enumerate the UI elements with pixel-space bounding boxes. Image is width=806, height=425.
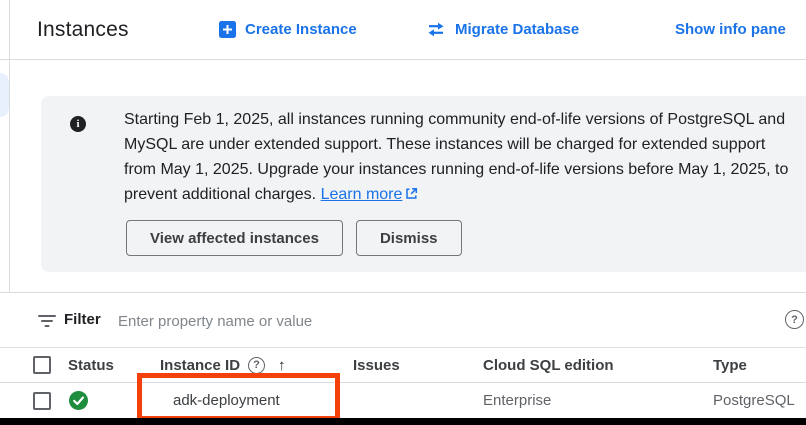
swap-arrows-icon — [426, 22, 446, 37]
table-header: Status Instance ID ? ↑ Issues Cloud SQL … — [0, 347, 806, 383]
add-box-icon — [219, 21, 236, 38]
header-issues: Issues — [353, 348, 400, 382]
checkbox-icon — [33, 356, 51, 374]
info-icon: i — [70, 116, 86, 132]
create-instance-button[interactable]: Create Instance — [219, 0, 357, 59]
notice-line-text: prevent additional charges. — [124, 186, 316, 203]
show-info-pane-button[interactable]: Show info pane — [675, 0, 786, 59]
notice-line: MySQL are under extended support. These … — [124, 132, 788, 157]
cloud-sql-instances-page: Instances Create Instance Migrate Da — [0, 0, 806, 425]
left-nav-edge — [0, 0, 10, 292]
notice-text: Starting Feb 1, 2025, all instances runn… — [124, 107, 788, 207]
dismiss-button[interactable]: Dismiss — [356, 220, 462, 256]
status-ok-icon — [69, 383, 88, 418]
toolbar: Instances Create Instance Migrate Da — [10, 0, 806, 59]
checkbox-icon — [33, 392, 51, 410]
extended-support-notice: i Starting Feb 1, 2025, all instances ru… — [41, 96, 806, 272]
header-type: Type — [713, 348, 747, 382]
notice-line: prevent additional charges. Learn more — [124, 182, 788, 207]
filter-bar: Filter ? — [0, 292, 806, 348]
page-title-wrap: Instances — [37, 0, 129, 59]
instance-id-cell[interactable]: adk-deployment — [173, 383, 280, 418]
migrate-database-label: Migrate Database — [455, 21, 579, 38]
table-row[interactable]: adk-deployment Enterprise PostgreSQL — [0, 383, 806, 418]
nav-selection-fragment — [0, 73, 9, 117]
row-checkbox[interactable] — [33, 383, 51, 418]
header-status: Status — [68, 348, 114, 382]
page-title: Instances — [37, 18, 129, 42]
header-instance-id[interactable]: Instance ID ? ↑ — [160, 348, 286, 382]
notice-line: Starting Feb 1, 2025, all instances runn… — [124, 107, 788, 132]
type-cell: PostgreSQL — [713, 383, 795, 418]
filter-icon — [38, 315, 56, 327]
toolbar-divider — [0, 59, 806, 60]
bottom-edge-bar — [0, 418, 806, 425]
filter-help-icon[interactable]: ? — [785, 310, 804, 329]
notice-buttons: View affected instances Dismiss — [126, 220, 462, 256]
select-all-checkbox[interactable] — [33, 348, 51, 382]
filter-input[interactable] — [116, 305, 720, 337]
edition-cell: Enterprise — [483, 383, 551, 418]
header-edition: Cloud SQL edition — [483, 348, 614, 382]
learn-more-link[interactable]: Learn more — [321, 186, 403, 203]
sort-ascending-icon[interactable]: ↑ — [278, 357, 286, 374]
notice-line: from May 1, 2025. Upgrade your instances… — [124, 157, 788, 182]
filter-label[interactable]: Filter — [64, 311, 101, 328]
view-affected-instances-button[interactable]: View affected instances — [126, 220, 343, 256]
create-instance-label: Create Instance — [245, 21, 357, 38]
instance-id-help-icon[interactable]: ? — [248, 357, 265, 374]
migrate-database-button[interactable]: Migrate Database — [426, 0, 579, 59]
show-info-pane-label: Show info pane — [675, 21, 786, 38]
external-link-icon — [405, 187, 418, 200]
